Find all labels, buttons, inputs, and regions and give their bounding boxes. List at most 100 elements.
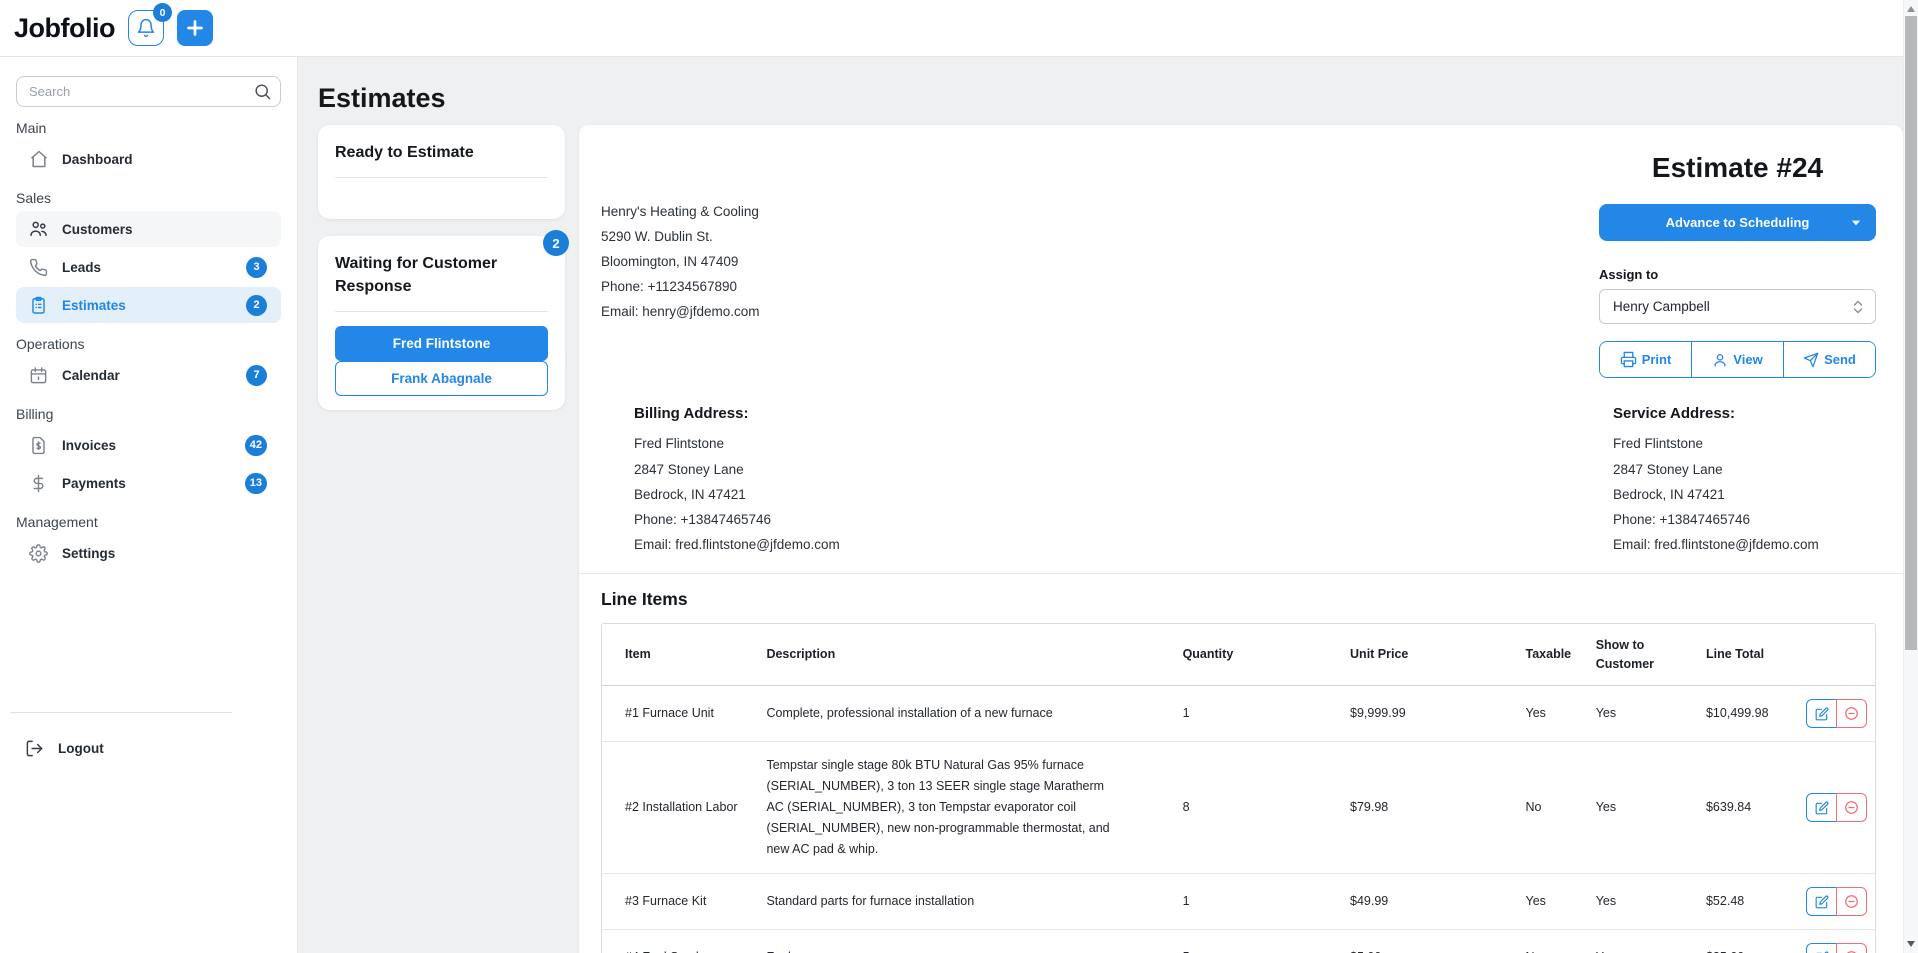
estimates-count-badge: 2 [246,295,267,316]
item-name: #3 Furnace Kit [602,874,766,930]
billing-city: Bedrock, IN 47421 [634,482,840,507]
item-taxable: Yes [1526,874,1596,930]
col-unit-price: Unit Price [1350,624,1525,686]
customer-button-frank-abagnale[interactable]: Frank Abagnale [335,361,548,396]
phone-icon [29,258,49,277]
billing-name: Fred Flintstone [634,431,840,456]
ready-to-estimate-card: Ready to Estimate [318,125,565,219]
vertical-scrollbar[interactable] [1903,0,1918,953]
company-name: Henry's Heating & Cooling [601,199,760,224]
card-title: Ready to Estimate [335,142,548,164]
top-header: Jobfolio 0 [0,0,1903,57]
estimate-queues: Ready to Estimate 2 Waiting for Customer… [318,125,565,410]
remove-line-item-button[interactable] [1836,699,1867,728]
sidebar-section-billing: Billing [16,406,281,422]
plus-icon [184,17,206,39]
customer-button-fred-flintstone[interactable]: Fred Flintstone [335,326,548,361]
search-icon [253,82,272,106]
sidebar: Main Dashboard Sales Customers Leads 3 [0,57,298,953]
notification-count-badge: 0 [153,3,172,22]
scroll-up-arrow-icon[interactable] [1907,6,1915,12]
leads-count-badge: 3 [246,257,267,278]
edit-line-item-button[interactable] [1806,887,1837,916]
send-button[interactable]: Send [1783,342,1875,377]
assign-to-select[interactable]: Henry Campbell [1599,289,1876,324]
table-header-row: Item Description Quantity Unit Price Tax… [602,624,1875,686]
item-taxable: No [1526,930,1596,953]
remove-line-item-button[interactable] [1836,887,1867,916]
invoices-count-badge: 42 [245,435,267,456]
notifications-button[interactable]: 0 [128,10,164,46]
sidebar-item-label: Estimates [62,298,126,313]
chevron-down-icon [1849,216,1863,233]
item-description: Fuel [766,947,1111,953]
search-input[interactable] [16,76,281,107]
service-address: Service Address: Fred Flintstone 2847 St… [1613,401,1876,558]
print-button[interactable]: Print [1600,342,1691,377]
item-name: #4 Fuel Surcharge [602,930,766,953]
sidebar-item-label: Leads [62,260,101,275]
remove-line-item-button[interactable] [1836,943,1867,953]
sidebar-item-payments[interactable]: Payments 13 [16,465,281,501]
sidebar-item-invoices[interactable]: Invoices 42 [16,427,281,463]
view-button[interactable]: View [1691,342,1783,377]
billing-address: Billing Address: Fred Flintstone 2847 St… [634,401,840,558]
card-divider [335,311,548,312]
col-actions [1806,624,1875,686]
scroll-down-arrow-icon[interactable] [1907,941,1915,947]
sidebar-section-sales: Sales [16,190,281,206]
sidebar-section-management: Management [16,514,281,530]
company-info: Henry's Heating & Cooling 5290 W. Dublin… [601,199,760,391]
sidebar-search [16,76,281,107]
remove-line-item-button[interactable] [1836,793,1867,822]
item-show-to-customer: Yes [1596,742,1706,874]
service-name: Fred Flintstone [1613,431,1876,456]
edit-line-item-button[interactable] [1806,943,1837,953]
sidebar-section-main: Main [16,120,281,136]
sidebar-item-estimates[interactable]: Estimates 2 [16,287,281,323]
service-address-heading: Service Address: [1613,401,1876,426]
billing-email: Email: fred.flintstone@jfdemo.com [634,532,840,557]
logout-button[interactable]: Logout [12,730,212,766]
service-city: Bedrock, IN 47421 [1613,482,1876,507]
home-icon [29,149,49,169]
sidebar-item-customers[interactable]: Customers [16,211,281,247]
item-unit-price: $9,999.99 [1350,686,1525,742]
sidebar-item-dashboard[interactable]: Dashboard [16,141,281,177]
item-show-to-customer: Yes [1596,874,1706,930]
item-line-total: $639.84 [1706,742,1806,874]
waiting-for-customer-card: 2 Waiting for Customer Response Fred Fli… [318,236,565,410]
edit-line-item-button[interactable] [1806,699,1837,728]
sidebar-item-label: Calendar [62,368,120,383]
sidebar-item-label: Settings [62,546,115,561]
sidebar-item-calendar[interactable]: Calendar 7 [16,357,281,393]
sidebar-item-leads[interactable]: Leads 3 [16,249,281,285]
estimate-detail-panel: Henry's Heating & Cooling 5290 W. Dublin… [579,125,1903,953]
item-taxable: No [1526,742,1596,874]
service-phone: Phone: +13847465746 [1613,507,1876,532]
quick-add-button[interactable] [177,10,213,46]
sidebar-divider [10,712,232,713]
item-name: #1 Furnace Unit [602,686,766,742]
line-item-row: #1 Furnace Unit Complete, professional i… [602,686,1875,742]
item-show-to-customer: Yes [1596,686,1706,742]
item-show-to-customer: Yes [1596,930,1706,953]
advance-to-scheduling-button[interactable]: Advance to Scheduling [1599,204,1876,241]
sidebar-item-label: Payments [62,476,126,491]
col-taxable: Taxable [1526,624,1596,686]
invoice-icon [29,436,49,455]
people-icon [29,219,49,239]
assign-to-label: Assign to [1599,267,1876,282]
advance-label: Advance to Scheduling [1666,215,1810,230]
calendar-count-badge: 7 [246,365,267,386]
billing-street: 2847 Stoney Lane [634,457,840,482]
sidebar-item-settings[interactable]: Settings [16,535,281,571]
edit-line-item-button[interactable] [1806,793,1837,822]
scrollbar-thumb[interactable] [1905,16,1917,650]
company-phone: Phone: +11234567890 [601,274,760,299]
printer-icon [1620,351,1637,368]
estimate-title: Estimate #24 [1599,149,1876,187]
person-icon [1712,352,1728,368]
section-divider [579,573,1903,574]
calendar-icon [29,366,49,385]
